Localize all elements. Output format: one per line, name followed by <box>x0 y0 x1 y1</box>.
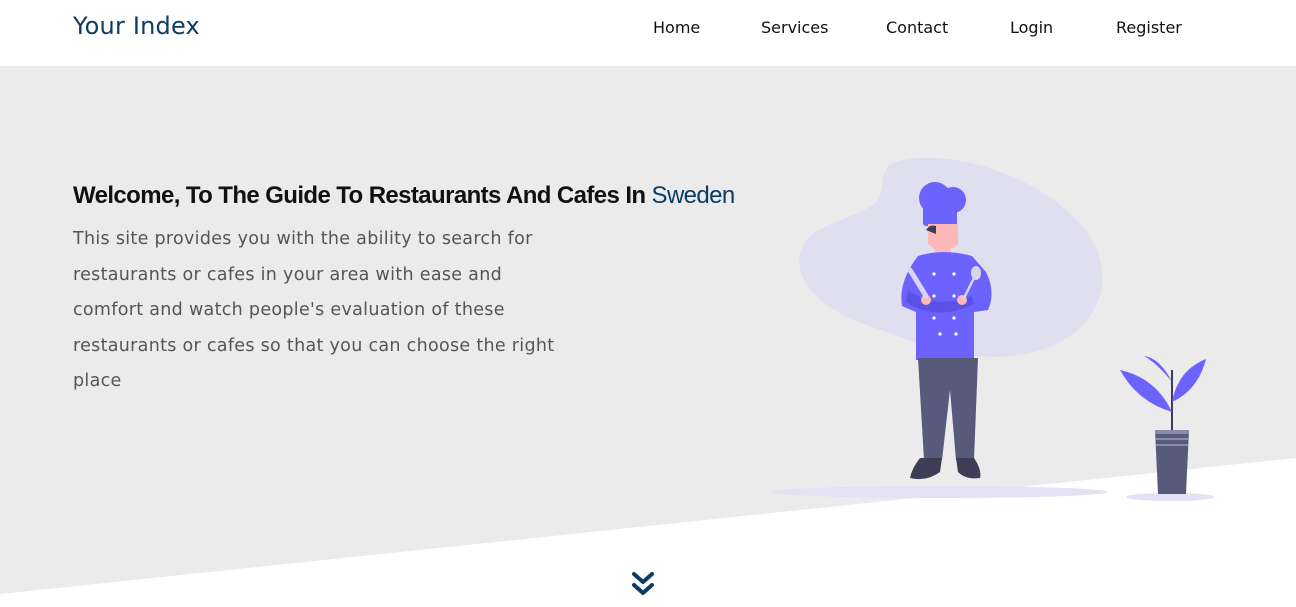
chef-illustration <box>772 157 1214 501</box>
brand-logo[interactable]: Your Index <box>73 12 200 40</box>
plant-shadow <box>1126 493 1214 501</box>
nav-services-link[interactable]: Services <box>761 18 828 37</box>
navbar: Your Index Home Services Contact Login R… <box>0 0 1296 66</box>
nav-home-link[interactable]: Home <box>653 18 700 37</box>
hero-section: Welcome, To The Guide To Restaurants And… <box>0 66 1296 607</box>
double-chevron-down-icon <box>632 572 654 595</box>
scroll-down-button[interactable] <box>630 570 656 600</box>
ground-shadow <box>772 486 1108 498</box>
hero-title: Welcome, To The Guide To Restaurants And… <box>73 182 735 210</box>
potted-plant-icon <box>1120 356 1206 494</box>
hero-description: This site provides you with the ability … <box>73 229 555 391</box>
nav-register-link[interactable]: Register <box>1116 18 1182 37</box>
hero-title-text: Welcome, To The Guide To Restaurants And… <box>73 182 652 209</box>
chef-trousers <box>918 358 978 460</box>
chef-shoe-right <box>956 458 981 479</box>
nav-contact-link[interactable]: Contact <box>886 18 948 37</box>
nav-login-link[interactable]: Login <box>1010 18 1053 37</box>
hero-title-accent: Sweden <box>651 182 736 209</box>
chef-shoe-left <box>910 458 942 480</box>
